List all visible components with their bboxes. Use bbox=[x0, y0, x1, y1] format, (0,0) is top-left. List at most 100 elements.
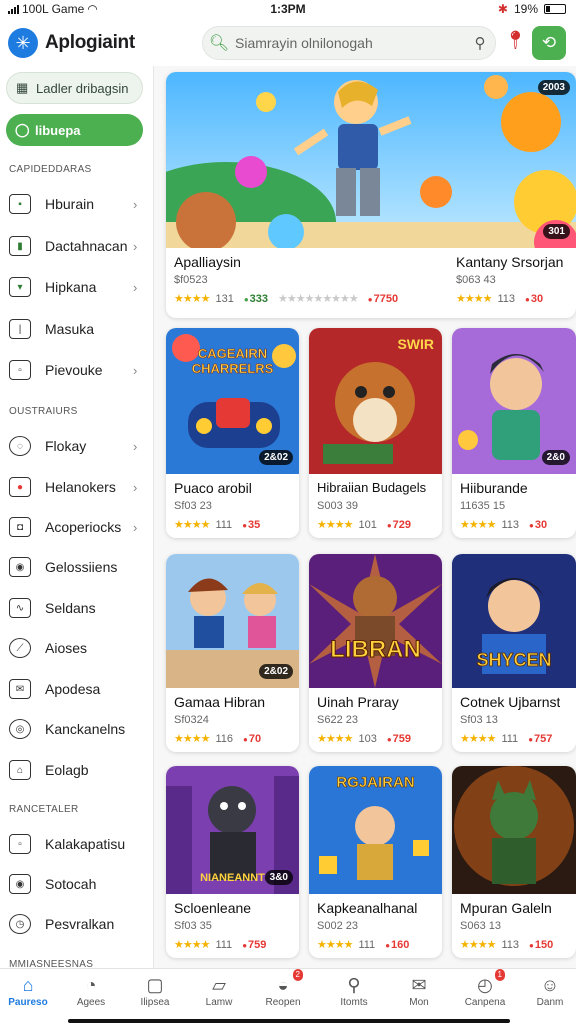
game-title: Cotnek Ujbarnst bbox=[460, 694, 561, 710]
sidebar-item[interactable]: ▫ Pievouke › bbox=[9, 356, 143, 384]
rating-stars: ★★★★ bbox=[174, 519, 210, 531]
game-meta: ★★★★ 111 35 bbox=[174, 518, 293, 532]
sidebar-item[interactable]: ◷ Pesvralkan bbox=[9, 910, 143, 938]
featured-card[interactable]: 2003 301 Apalliaysin $f0523 ★★★★ 131 333… bbox=[166, 72, 576, 318]
nav-item[interactable]: ▱ Lamw bbox=[187, 973, 251, 1009]
game-card[interactable]: 2&0 Hiiburande 11635 15 ★★★★ 113 30 bbox=[452, 328, 576, 538]
sidebar-item-label: Kalakapatisu bbox=[45, 836, 126, 852]
search-bar[interactable]: 🔍︎ Siamrayin olnilonogah ⚲ bbox=[202, 26, 496, 60]
sidebar-active-pill[interactable]: ◯ libuepa bbox=[6, 114, 143, 146]
sidebar-item[interactable]: ✉ Apodesa bbox=[9, 675, 143, 703]
rating-count: 131 bbox=[215, 292, 234, 305]
document-icon: | bbox=[9, 319, 31, 339]
rating-stars: ★★★★ bbox=[317, 733, 353, 745]
hot-tag: 729 bbox=[383, 519, 415, 531]
game-meta: ★★★★ 113 150 bbox=[460, 938, 570, 952]
game-badge: 2&0 bbox=[541, 450, 570, 465]
sidebar-item[interactable]: ▪ Hburain › bbox=[9, 190, 143, 218]
featured-badge: 2003 bbox=[537, 80, 570, 95]
nav-item[interactable]: ◔ Agees bbox=[59, 973, 123, 1009]
sidebar-item-label: Dactahnacan bbox=[45, 238, 128, 254]
nav-item[interactable]: ☺ Danm bbox=[518, 973, 576, 1009]
hot-tag: 160 bbox=[381, 939, 413, 951]
sidebar-item-label: Flokay bbox=[45, 438, 87, 454]
sidebar-item[interactable]: ◉ Sotocah bbox=[9, 870, 143, 898]
hot-tag: 70 bbox=[239, 733, 265, 745]
search-icon: ⚲ bbox=[347, 974, 361, 995]
game-title: Uinah Praray bbox=[317, 694, 399, 710]
sidebar-item[interactable]: ◌ Flokay › bbox=[9, 432, 143, 460]
rating-count: 111 bbox=[215, 938, 233, 951]
search-input[interactable]: Siamrayin olnilonogah bbox=[235, 35, 465, 51]
app-logo-icon[interactable]: ✳ bbox=[8, 28, 38, 58]
sidebar-section-title: MMIASNEESNAS bbox=[9, 959, 94, 968]
nav-label: Canpena bbox=[464, 997, 506, 1008]
sidebar-item-label: Pievouke bbox=[45, 362, 103, 378]
sidebar-item[interactable]: ∿ Seldans bbox=[9, 594, 143, 622]
nav-label: Lamw bbox=[205, 997, 233, 1008]
sidebar-item[interactable]: ▫ Kalakapatisu bbox=[9, 830, 143, 858]
game-card[interactable]: 2&02 Gamaa Hibran Sf0324 ★★★★ 116 70 bbox=[166, 554, 299, 752]
cart-button[interactable]: ⟲ bbox=[532, 26, 566, 60]
rating-count: 111 bbox=[501, 732, 519, 745]
nav-item[interactable]: ⚲ Itomts bbox=[322, 973, 386, 1009]
game-meta: ★★★★ 116 70 bbox=[174, 732, 293, 746]
grid-icon: ▦ bbox=[16, 80, 29, 95]
sidebar-item[interactable]: | Masuka bbox=[9, 315, 143, 343]
rating-count: 113 bbox=[501, 938, 519, 951]
nav-item[interactable]: ▢ Ilipsea bbox=[123, 973, 187, 1009]
rating-stars: ★★★★ bbox=[174, 293, 210, 305]
status-right: ✱ 19% bbox=[498, 2, 566, 16]
chevron-right-icon: › bbox=[133, 279, 138, 295]
rating-count: 111 bbox=[358, 938, 376, 951]
featured-art bbox=[166, 72, 576, 248]
sidebar-item[interactable]: ▮ Dactahnacan › bbox=[9, 232, 143, 260]
nav-item[interactable]: ◴ 1 Canpena bbox=[453, 969, 517, 1008]
nav-item[interactable]: ◒ 2 Reopen bbox=[251, 969, 315, 1008]
battery-icon bbox=[544, 4, 566, 14]
game-card[interactable]: LIBRAN Uinah Praray S622 23 ★★★★ 103 759 bbox=[309, 554, 442, 752]
nav-home[interactable]: ⌂ Paureso bbox=[0, 973, 60, 1009]
game-meta: ★★★★ 111 759 bbox=[174, 938, 293, 952]
sidebar-top-pill[interactable]: ▦ Ladler dribagsin bbox=[6, 72, 143, 104]
game-title: Apalliaysin bbox=[174, 254, 241, 270]
game-card[interactable]: Mpuran Galeln S063 13 ★★★★ 113 150 bbox=[452, 766, 576, 958]
game-price: S063 13 bbox=[460, 920, 501, 932]
camera-icon: ◉ bbox=[9, 874, 31, 894]
sidebar-item-label: Aioses bbox=[45, 640, 88, 656]
sidebar-item[interactable]: ◎ Kanckanelns bbox=[9, 715, 143, 743]
chevron-right-icon: › bbox=[133, 479, 138, 495]
nav-item[interactable]: ✉ Mon bbox=[387, 973, 451, 1009]
game-card[interactable]: SHYCEN Cotnek Ujbarnst Sf03 13 ★★★★ 111 75… bbox=[452, 554, 576, 752]
sidebar-section-title: RANCETALER bbox=[9, 804, 79, 815]
sidebar-item[interactable]: ◉ Gelossiiens bbox=[9, 553, 143, 581]
sidebar-item[interactable]: ▾ Hipkana › bbox=[9, 273, 143, 301]
square-icon: ▢ bbox=[146, 974, 164, 995]
compass-icon: ◔ bbox=[85, 974, 97, 995]
rating-count: 103 bbox=[358, 732, 377, 745]
game-price: S002 23 bbox=[317, 920, 358, 932]
sidebar-item[interactable]: ⟋ Aioses bbox=[9, 634, 143, 662]
sidebar-top-pill-label: Ladler dribagsin bbox=[36, 80, 129, 96]
hot-tag: 35 bbox=[238, 519, 264, 531]
nav-label: Itomts bbox=[340, 997, 368, 1008]
sidebar-item[interactable]: ⌂ Eolagb bbox=[9, 756, 143, 784]
controller-icon: ◒ 2 bbox=[271, 969, 303, 997]
game-card[interactable]: RGJAIRAN Kapkeanalhanal S002 23 ★★★★ 111 1… bbox=[309, 766, 442, 958]
sidebar-item[interactable]: ◘ Acoperiocks › bbox=[9, 513, 143, 541]
sidebar-item[interactable]: ● Helanokers › bbox=[9, 473, 143, 501]
game-price: 11635 15 bbox=[460, 500, 506, 512]
search-icon[interactable]: ⚲ bbox=[465, 34, 495, 52]
gauge-icon: ◴ 1 bbox=[473, 969, 505, 997]
sidebar-item-label: Apodesa bbox=[45, 681, 101, 697]
game-card[interactable]: NIANEANNT 3&0 Scloenleane Sf03 35 ★★★★ 11… bbox=[166, 766, 299, 958]
game-grid: 2003 301 Apalliaysin $f0523 ★★★★ 131 333… bbox=[154, 66, 576, 968]
game-card[interactable]: CAGEAIRN CHARRELRS 2&02 Puaco arobil Sf0… bbox=[166, 328, 299, 538]
game-art bbox=[452, 766, 576, 894]
sidebar-active-pill-label: libuepa bbox=[35, 122, 81, 138]
nav-label: Paureso bbox=[8, 997, 48, 1008]
notification-pin-icon[interactable]: 📍︎ bbox=[504, 30, 527, 51]
game-badge: 2&02 bbox=[259, 664, 293, 679]
rating-count: 113 bbox=[501, 518, 519, 531]
game-card[interactable]: SWIR Hibraiian Budagels S003 39 ★★★★ 101 7… bbox=[309, 328, 442, 538]
